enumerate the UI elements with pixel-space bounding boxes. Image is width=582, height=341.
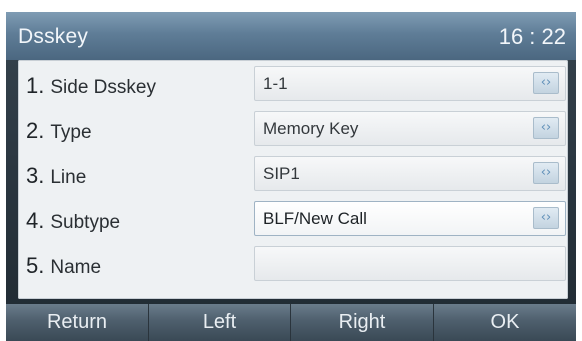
subtype-value: BLF/New Call — [263, 209, 367, 228]
row-number: 4. — [26, 208, 45, 233]
row-number: 5. — [26, 253, 45, 278]
row-number: 3. — [26, 163, 45, 188]
title-bar: Dsskey 16 : 22 — [6, 12, 576, 60]
left-right-arrows-icon[interactable]: ‹› — [533, 72, 559, 94]
row-name[interactable]: 5. Name — [18, 242, 568, 286]
row-line[interactable]: 3. Line SIP1 ‹› — [18, 152, 568, 196]
row-label: 1. Side Dsskey — [26, 73, 156, 99]
row-label-text: Side Dsskey — [50, 77, 156, 98]
row-label: 2. Type — [26, 118, 92, 144]
line-value: SIP1 — [263, 164, 300, 183]
row-number: 1. — [26, 73, 45, 98]
page-title: Dsskey — [18, 25, 89, 48]
name-field[interactable] — [254, 246, 566, 281]
line-field[interactable]: SIP1 ‹› — [254, 156, 566, 191]
subtype-field[interactable]: BLF/New Call ‹› — [254, 201, 566, 236]
softkey-bar: Return Left Right OK — [6, 304, 576, 341]
left-softkey[interactable]: Left — [149, 304, 291, 341]
settings-panel: 1. Side Dsskey 1-1 ‹› 2. Type Memory Key ‹… — [18, 60, 568, 299]
row-label: 5. Name — [26, 253, 101, 279]
row-label: 3. Line — [26, 163, 86, 189]
row-label-text: Name — [50, 257, 102, 278]
row-side-dsskey[interactable]: 1. Side Dsskey 1-1 ‹› — [18, 62, 568, 106]
side-dsskey-value: 1-1 — [263, 74, 288, 93]
side-dsskey-field[interactable]: 1-1 ‹› — [254, 66, 566, 101]
left-right-arrows-icon[interactable]: ‹› — [533, 207, 559, 229]
left-right-arrows-icon[interactable]: ‹› — [533, 117, 559, 139]
return-softkey[interactable]: Return — [6, 304, 149, 341]
left-right-arrows-icon[interactable]: ‹› — [533, 162, 559, 184]
row-type[interactable]: 2. Type Memory Key ‹› — [18, 107, 568, 151]
row-number: 2. — [26, 118, 45, 143]
row-label-text: Subtype — [50, 212, 121, 233]
row-label-text: Type — [50, 122, 92, 143]
row-label: 4. Subtype — [26, 208, 120, 234]
clock: 16 : 22 — [498, 24, 566, 49]
type-value: Memory Key — [263, 119, 359, 138]
phone-screen: Dsskey 16 : 22 1. Side Dsskey 1-1 ‹› 2. Ty… — [6, 12, 576, 341]
row-label-text: Line — [50, 167, 87, 188]
right-softkey[interactable]: Right — [291, 304, 434, 341]
type-field[interactable]: Memory Key ‹› — [254, 111, 566, 146]
row-subtype[interactable]: 4. Subtype BLF/New Call ‹› — [18, 197, 568, 241]
ok-softkey[interactable]: OK — [434, 304, 576, 341]
